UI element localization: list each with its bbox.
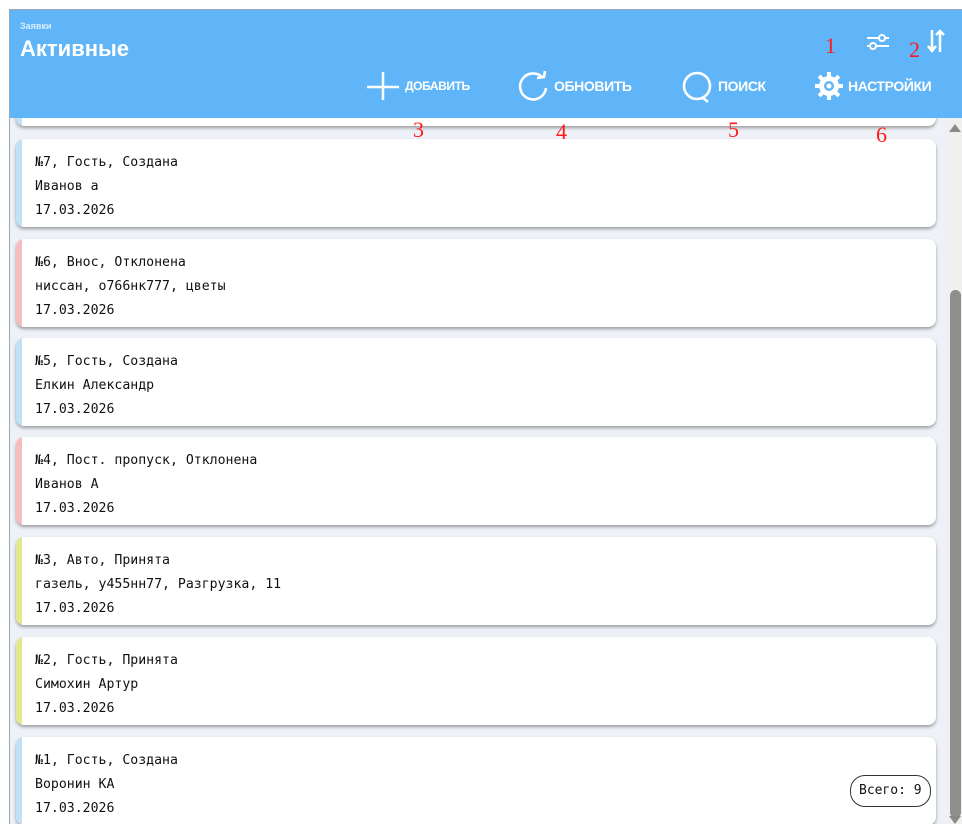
search-icon — [682, 71, 712, 103]
search-button[interactable]: ПОИСК — [680, 68, 766, 104]
list-item-text: №6, Внос, Отклонена ниссан, о766нк777, ц… — [35, 255, 226, 318]
list-item-text: №2, Гость, Принята Симохин Артур 17.03.2… — [35, 653, 178, 716]
refresh-button-label: ОБНОВИТЬ — [554, 78, 632, 94]
section-label: Заявки — [20, 21, 52, 31]
scrollbar-thumb[interactable] — [950, 290, 961, 818]
list-item[interactable]: №5, Гость, Создана Елкин Александр 17.03… — [16, 338, 936, 426]
scrollbar[interactable] — [947, 118, 962, 824]
add-button[interactable]: ДОБАВИТЬ — [365, 68, 470, 104]
settings-button[interactable]: НАСТРОЙКИ — [814, 68, 932, 104]
page-title: Активные — [20, 36, 130, 61]
list-item-partial[interactable] — [16, 118, 936, 126]
annotation-2: 2 — [909, 37, 920, 62]
annotation-3: 3 — [413, 117, 424, 142]
status-bar — [16, 239, 22, 327]
settings-button-label: НАСТРОЙКИ — [848, 78, 932, 94]
gear-icon — [815, 72, 843, 100]
status-bar — [16, 537, 22, 625]
list-item[interactable]: №1, Гость, Создана Воронин КА 17.03.2026 — [16, 737, 936, 824]
annotation-1: 1 — [825, 33, 836, 58]
sort-arrows-icon[interactable] — [926, 28, 946, 59]
status-bar — [16, 139, 22, 227]
list-item-text: №1, Гость, Создана Воронин КА 17.03.2026 — [35, 753, 178, 816]
plus-icon — [367, 72, 399, 100]
annotation-6: 6 — [876, 122, 887, 147]
refresh-button[interactable]: ОБНОВИТЬ — [516, 68, 632, 104]
search-button-label: ПОИСК — [718, 78, 766, 94]
status-bar — [16, 338, 22, 426]
scroll-up-arrow-icon[interactable] — [949, 124, 961, 132]
annotation-4: 4 — [556, 119, 567, 144]
refresh-icon — [518, 70, 548, 101]
status-bar — [16, 737, 22, 824]
list-item-text: №5, Гость, Создана Елкин Александр 17.03… — [35, 354, 178, 417]
filter-sliders-icon[interactable] — [865, 33, 891, 56]
status-bar — [16, 437, 22, 525]
list-item[interactable]: №3, Авто, Принята газель, у455нн77, Разг… — [16, 537, 936, 625]
app-window: Заявки Активные ДОБАВИТЬ ОБНОВИТЬ ПОИСК … — [9, 9, 962, 824]
list-item-text: №7, Гость, Создана Иванов а 17.03.2026 — [35, 155, 178, 218]
requests-list[interactable]: №7, Гость, Создана Иванов а 17.03.2026 №… — [10, 118, 947, 824]
list-item[interactable]: №7, Гость, Создана Иванов а 17.03.2026 — [16, 139, 936, 227]
header-bar: Заявки Активные ДОБАВИТЬ ОБНОВИТЬ ПОИСК … — [10, 10, 962, 118]
list-item[interactable]: №2, Гость, Принята Симохин Артур 17.03.2… — [16, 637, 936, 725]
add-button-label: ДОБАВИТЬ — [405, 79, 470, 93]
total-count-badge: Всего: 9 — [850, 775, 931, 807]
list-item[interactable]: №6, Внос, Отклонена ниссан, о766нк777, ц… — [16, 239, 936, 327]
status-bar — [16, 637, 22, 725]
list-item-text: №3, Авто, Принята газель, у455нн77, Разг… — [35, 553, 282, 616]
list-item-text: №4, Пост. пропуск, Отклонена Иванов А 17… — [35, 453, 258, 516]
list-item[interactable]: №4, Пост. пропуск, Отклонена Иванов А 17… — [16, 437, 936, 525]
annotation-5: 5 — [728, 117, 739, 142]
